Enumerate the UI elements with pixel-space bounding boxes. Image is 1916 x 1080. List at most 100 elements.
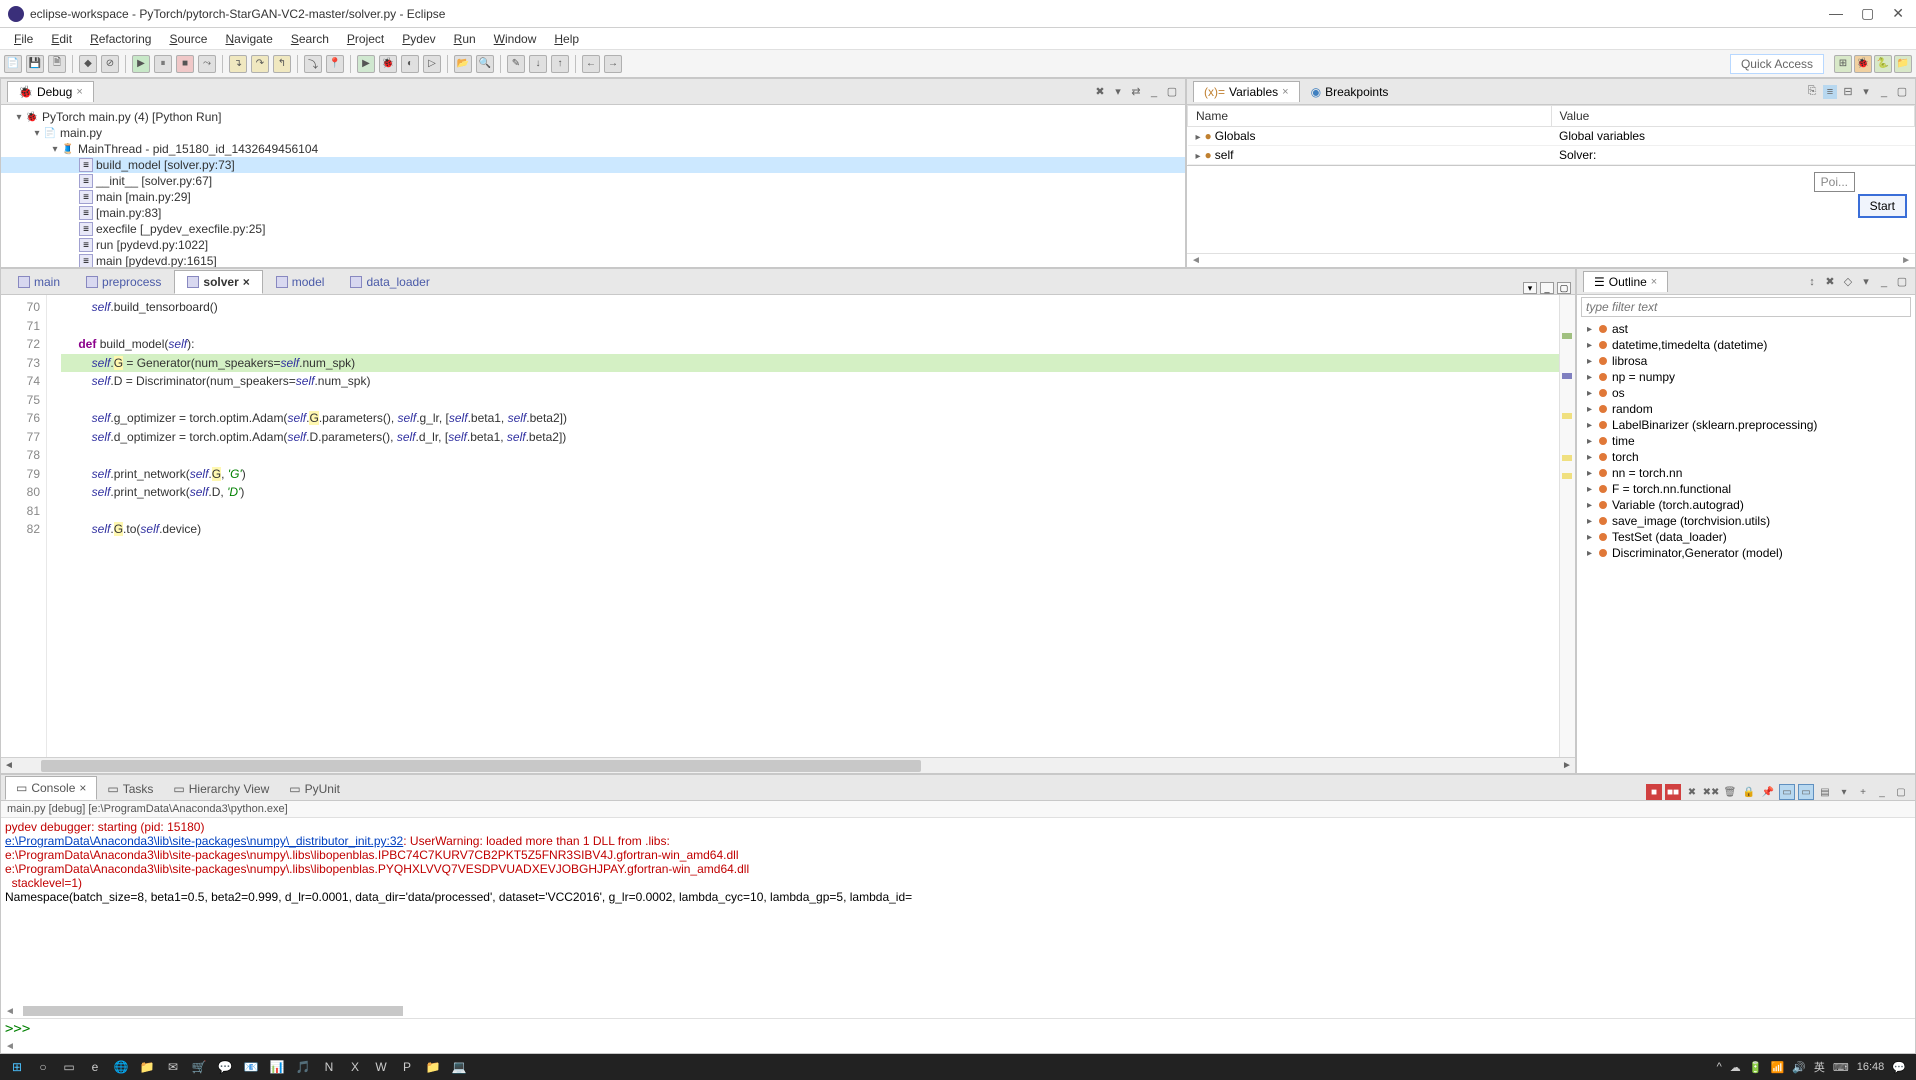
scroll-thumb[interactable] — [23, 1006, 403, 1016]
new-console-button[interactable]: + — [1855, 784, 1871, 800]
taskbar-app[interactable]: W — [368, 1056, 394, 1078]
stack-frame[interactable]: ≡run [pydevd.py:1022] — [1, 237, 1185, 253]
tray-volume-icon[interactable]: 🔊 — [1792, 1061, 1806, 1074]
editor-tab-main[interactable]: main — [5, 270, 73, 294]
menu-file[interactable]: File — [6, 30, 41, 48]
breakpoints-tab[interactable]: ◉ Breakpoints — [1300, 81, 1400, 103]
search-button[interactable]: 🔍 — [476, 55, 494, 73]
open-type-button[interactable]: 📂 — [454, 55, 472, 73]
terminate-console-button[interactable]: ■ — [1646, 784, 1662, 800]
console-tab-pyunit[interactable]: ▭PyUnit — [279, 778, 350, 800]
scroll-lock-button[interactable]: 🔒 — [1741, 784, 1757, 800]
tray-clock[interactable]: 16:48 — [1857, 1061, 1885, 1073]
console-tab-console[interactable]: ▭Console × — [5, 776, 97, 800]
resource-perspective-button[interactable]: 📁 — [1894, 55, 1912, 73]
outline-tab[interactable]: ☰ Outline × — [1583, 271, 1668, 292]
tray-expand-icon[interactable]: ^ — [1717, 1061, 1722, 1073]
outline-item[interactable]: ▸TestSet (data_loader) — [1577, 529, 1915, 545]
close-icon[interactable]: × — [243, 275, 250, 289]
scroll-right-icon[interactable]: ► — [1559, 758, 1575, 774]
prev-annotation-button[interactable]: ↑ — [551, 55, 569, 73]
drop-to-frame-button[interactable]: ⤵ — [304, 55, 322, 73]
minimize-view-button[interactable]: _ — [1877, 85, 1891, 99]
taskbar-app[interactable]: 💻 — [446, 1056, 472, 1078]
view-menu-button[interactable]: ▾ — [1111, 85, 1125, 99]
stack-frame[interactable]: ▾📄main.py — [1, 125, 1185, 141]
close-icon[interactable]: × — [1651, 276, 1657, 288]
taskbar-app[interactable]: X — [342, 1056, 368, 1078]
menu-pydev[interactable]: Pydev — [394, 30, 443, 48]
variable-row[interactable]: ▸●GlobalsGlobal variables — [1188, 127, 1915, 146]
console-tab-hierarchy-view[interactable]: ▭Hierarchy View — [163, 778, 279, 800]
start-button[interactable]: Start — [1858, 194, 1907, 218]
stack-frame[interactable]: ▾🐞PyTorch main.py (4) [Python Run] — [1, 109, 1185, 125]
overview-ruler[interactable] — [1559, 295, 1575, 757]
open-console-button[interactable]: ▾ — [1836, 784, 1852, 800]
outline-item[interactable]: ▸F = torch.nn.functional — [1577, 481, 1915, 497]
outline-item[interactable]: ▸np = numpy — [1577, 369, 1915, 385]
close-icon[interactable]: × — [76, 86, 82, 98]
minimize-view-button[interactable]: _ — [1147, 85, 1161, 99]
scroll-left-icon[interactable]: ◄ — [1187, 255, 1205, 266]
taskbar-app[interactable]: ✉ — [160, 1056, 186, 1078]
debug-stack-tree[interactable]: ▾🐞PyTorch main.py (4) [Python Run]▾📄main… — [1, 105, 1185, 267]
variable-row[interactable]: ▸●selfSolver: — [1188, 146, 1915, 165]
column-name[interactable]: Name — [1188, 106, 1552, 127]
clear-console-button[interactable]: 🗑 — [1722, 784, 1738, 800]
maximize-editor-button[interactable]: ▢ — [1557, 282, 1571, 294]
variables-tab[interactable]: (x)= Variables × — [1193, 81, 1300, 102]
outline-item[interactable]: ▸save_image (torchvision.utils) — [1577, 513, 1915, 529]
stack-frame[interactable]: ≡build_model [solver.py:73] — [1, 157, 1185, 173]
collapse-all-button[interactable]: ⊟ — [1841, 85, 1855, 99]
folding-ruler[interactable] — [47, 295, 61, 757]
scroll-left-icon[interactable]: ◄ — [1, 758, 17, 774]
taskbar-app[interactable]: 📧 — [238, 1056, 264, 1078]
tray-network-icon[interactable]: 📶 — [1770, 1061, 1784, 1074]
menu-project[interactable]: Project — [339, 30, 392, 48]
forward-button[interactable]: → — [604, 55, 622, 73]
menu-search[interactable]: Search — [283, 30, 337, 48]
tray-cloud-icon[interactable]: ☁ — [1730, 1061, 1741, 1074]
console-tab-tasks[interactable]: ▭Tasks — [97, 778, 163, 800]
outline-item[interactable]: ▸time — [1577, 433, 1915, 449]
variables-scrollbar[interactable]: ◄ ► — [1187, 253, 1915, 267]
outline-item[interactable]: ▸nn = torch.nn — [1577, 465, 1915, 481]
variable-detail-pane[interactable]: Poi... Start — [1187, 165, 1915, 253]
terminate-all-button[interactable]: ■■ — [1665, 784, 1681, 800]
save-button[interactable]: 💾 — [26, 55, 44, 73]
coverage-button[interactable]: ◐ — [401, 55, 419, 73]
pin-console-button[interactable]: 📌 — [1760, 784, 1776, 800]
editor-tab-model[interactable]: model — [263, 270, 338, 294]
code-editor[interactable]: 70717273747576777879808182 self.build_te… — [1, 295, 1575, 757]
step-return-button[interactable]: ↰ — [273, 55, 291, 73]
tray-ime-icon[interactable]: 英 — [1814, 1059, 1825, 1075]
maximize-view-button[interactable]: ▢ — [1895, 275, 1909, 289]
stack-frame[interactable]: ≡ [main.py:83] — [1, 205, 1185, 221]
variables-table[interactable]: Name Value ▸●GlobalsGlobal variables▸●se… — [1187, 105, 1915, 165]
open-perspective-button[interactable]: ⊞ — [1834, 55, 1852, 73]
outline-item[interactable]: ▸Discriminator,Generator (model) — [1577, 545, 1915, 561]
outline-list[interactable]: ▸ast▸datetime,timedelta (datetime)▸libro… — [1577, 319, 1915, 773]
taskbar-app[interactable]: 🌐 — [108, 1056, 134, 1078]
editor-tab-data_loader[interactable]: data_loader — [337, 270, 442, 294]
close-icon[interactable]: × — [1282, 86, 1288, 98]
show-standard-err-button[interactable]: ▭ — [1798, 784, 1814, 800]
minimize-editor-button[interactable]: _ — [1540, 282, 1554, 294]
hide-static-button[interactable]: ◇ — [1841, 275, 1855, 289]
stack-frame[interactable]: ▾🧵MainThread - pid_15180_id_143264945610… — [1, 141, 1185, 157]
taskbar-app[interactable]: 📁 — [134, 1056, 160, 1078]
console-output[interactable]: pydev debugger: starting (pid: 15180)e:\… — [1, 818, 1915, 1004]
maximize-view-button[interactable]: ▢ — [1893, 784, 1909, 800]
step-into-button[interactable]: ↴ — [229, 55, 247, 73]
horizontal-scrollbar[interactable]: ◄ ► — [1, 757, 1575, 773]
taskbar-app[interactable]: e — [82, 1056, 108, 1078]
view-menu-button[interactable]: ▾ — [1859, 275, 1873, 289]
new-module-button[interactable]: ◆ — [79, 55, 97, 73]
taskbar-app[interactable]: 🎵 — [290, 1056, 316, 1078]
save-all-button[interactable]: 🗎 — [48, 55, 66, 73]
hide-fields-button[interactable]: ✖ — [1823, 275, 1837, 289]
outline-item[interactable]: ▸torch — [1577, 449, 1915, 465]
remove-terminated-button[interactable]: ✖ — [1093, 85, 1107, 99]
tray-lang-icon[interactable]: ⌨ — [1833, 1061, 1849, 1074]
taskbar-app[interactable]: N — [316, 1056, 342, 1078]
